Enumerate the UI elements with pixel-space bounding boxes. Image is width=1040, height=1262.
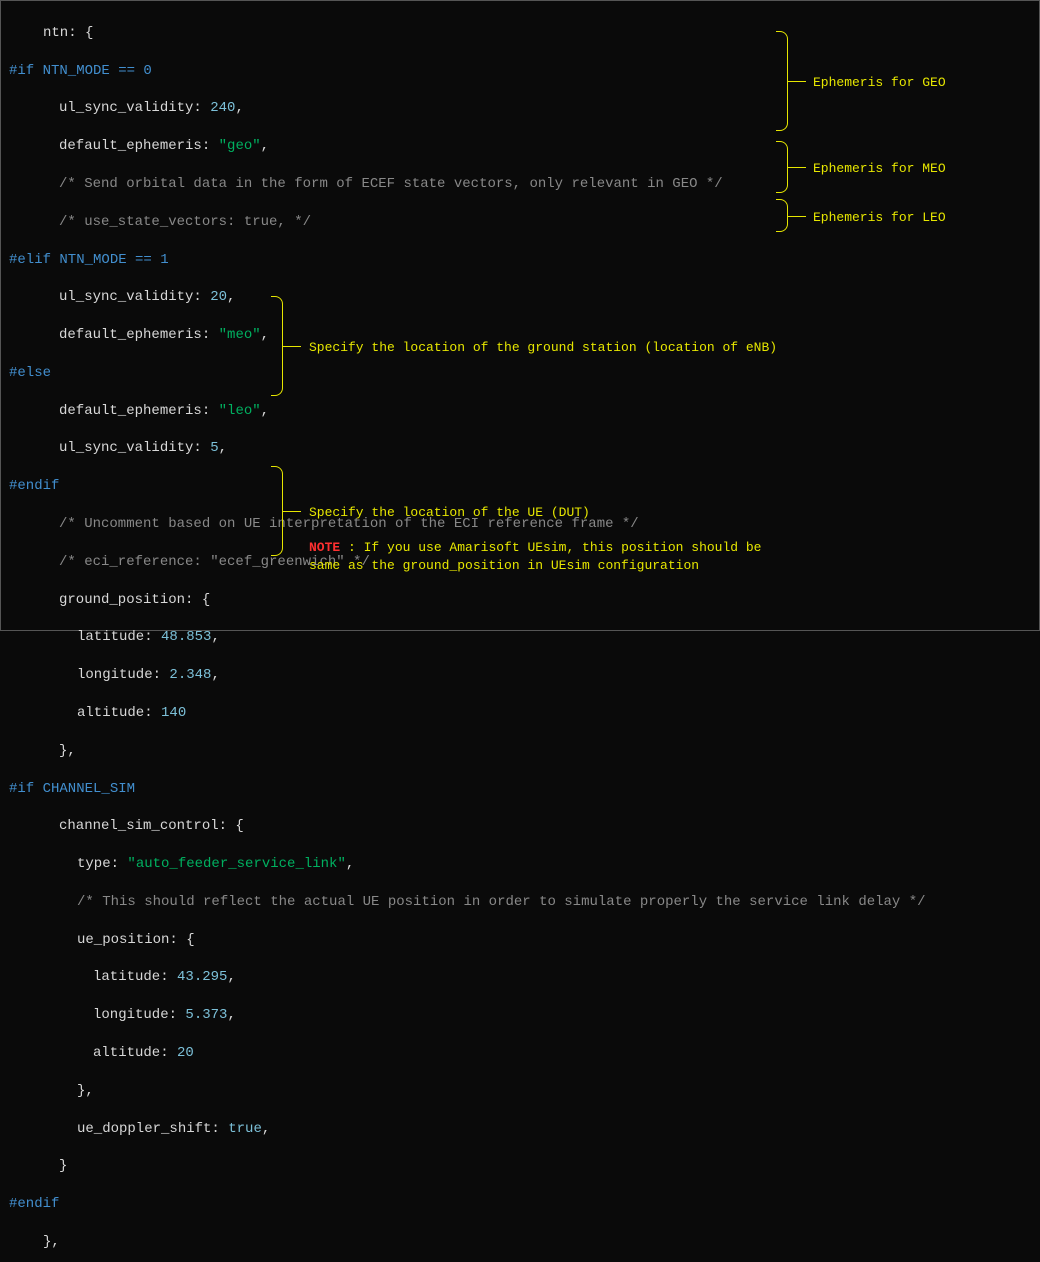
brace-geo <box>776 31 788 131</box>
comment: /* This should reflect the actual UE pos… <box>77 894 926 910</box>
preproc-else: #else <box>9 365 51 381</box>
note-text: : If you use Amarisoft UEsim, this posit… <box>340 540 761 555</box>
annotation-ground: Specify the location of the ground stati… <box>309 339 777 357</box>
preproc-elif: #elif NTN_MODE == 1 <box>9 252 169 268</box>
brace-ue <box>271 466 283 556</box>
brace-ground <box>271 296 283 396</box>
annotation-note: NOTE : If you use Amarisoft UEsim, this … <box>309 539 762 557</box>
preproc-endif: #endif <box>9 1196 59 1212</box>
code-line: } <box>59 1158 67 1174</box>
preproc-if: #if CHANNEL_SIM <box>9 781 135 797</box>
preproc-endif: #endif <box>9 478 59 494</box>
code-line: ntn: { <box>43 25 93 41</box>
code-line: channel_sim_control: { <box>59 818 244 834</box>
comment: /* Send orbital data in the form of ECEF… <box>59 176 723 192</box>
code-line: ground_position: { <box>59 592 210 608</box>
code-block: ntn: { #if NTN_MODE == 0 ul_sync_validit… <box>9 5 926 1262</box>
annotation-geo: Ephemeris for GEO <box>813 74 946 92</box>
annotation-ue: Specify the location of the UE (DUT) <box>309 504 590 522</box>
code-line: }, <box>77 1083 94 1099</box>
code-line: }, <box>59 743 76 759</box>
annotation-note2: same as the ground_position in UEsim con… <box>309 557 699 575</box>
preproc-if: #if NTN_MODE == 0 <box>9 63 152 79</box>
annotation-leo: Ephemeris for LEO <box>813 209 946 227</box>
note-label: NOTE <box>309 540 340 555</box>
brace-meo <box>776 141 788 193</box>
code-line: ue_position: { <box>77 932 195 948</box>
code-line: }, <box>43 1234 60 1250</box>
comment: /* use_state_vectors: true, */ <box>59 214 311 230</box>
annotation-meo: Ephemeris for MEO <box>813 160 946 178</box>
brace-leo <box>776 199 788 232</box>
